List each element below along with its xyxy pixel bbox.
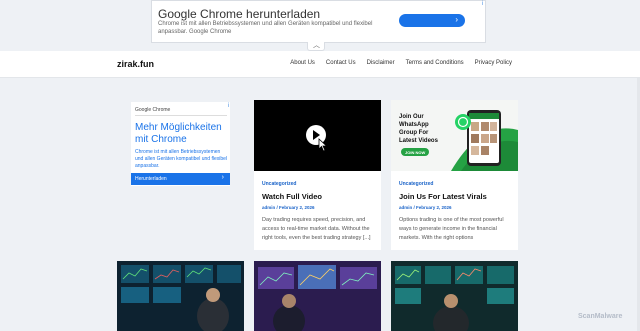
sidebar-ad-headline[interactable]: Mehr Möglichkeiten mit Chrome bbox=[135, 122, 229, 146]
nav-terms[interactable]: Terms and Conditions bbox=[406, 60, 464, 66]
chevron-right-icon: › bbox=[221, 174, 224, 181]
ad-info-icon[interactable]: i bbox=[482, 1, 483, 7]
trading-image[interactable] bbox=[254, 261, 381, 331]
post-title[interactable]: Join Us For Latest Virals bbox=[399, 192, 487, 201]
main-nav: About Us Contact Us Disclaimer Terms and… bbox=[279, 60, 512, 66]
sidebar-ad-button-label: Herunterladen bbox=[135, 176, 167, 182]
svg-text:Group For: Group For bbox=[399, 130, 429, 136]
svg-text:Join Our: Join Our bbox=[399, 114, 424, 120]
top-ad-description: Chrome ist mit allen Betriebssystemen un… bbox=[158, 21, 373, 35]
nav-privacy-policy[interactable]: Privacy Policy bbox=[475, 60, 512, 66]
trading-image[interactable] bbox=[117, 261, 244, 331]
sidebar-ad-brand: Google Chrome bbox=[135, 107, 171, 113]
top-ad-area: Google Chrome herunterladen Chrome ist m… bbox=[0, 0, 640, 51]
post-category[interactable]: Uncategorized bbox=[399, 181, 433, 187]
nav-about-us[interactable]: About Us bbox=[290, 60, 315, 66]
divider bbox=[135, 115, 227, 116]
post-card[interactable]: Uncategorized Watch Full Video admin / F… bbox=[254, 100, 381, 250]
cursor-icon bbox=[318, 138, 328, 152]
post-meta[interactable]: admin / February 2, 2026 bbox=[262, 205, 315, 210]
svg-text:Latest Videos: Latest Videos bbox=[399, 138, 439, 144]
post-card[interactable] bbox=[117, 261, 244, 331]
top-ad-button[interactable]: › bbox=[399, 14, 465, 27]
top-ad-banner[interactable]: Google Chrome herunterladen Chrome ist m… bbox=[151, 0, 486, 43]
whatsapp-promo-image: Join Our WhatsApp Group For Latest Video… bbox=[391, 100, 518, 171]
site-header: zirak.fun About Us Contact Us Disclaimer… bbox=[0, 51, 640, 78]
trading-image[interactable] bbox=[391, 261, 518, 331]
sidebar-ad-download-button[interactable]: Herunterladen › bbox=[131, 173, 230, 185]
svg-text:JOIN NOW: JOIN NOW bbox=[405, 150, 425, 155]
chevron-right-icon: › bbox=[455, 15, 458, 24]
post-thumbnail[interactable] bbox=[254, 100, 381, 171]
chevron-up-icon: ︿ bbox=[313, 42, 320, 49]
post-meta[interactable]: admin / February 2, 2026 bbox=[399, 205, 452, 210]
watermark-logo: ScanMalware bbox=[578, 313, 623, 320]
top-ad-title[interactable]: Google Chrome herunterladen bbox=[158, 7, 320, 21]
post-thumbnail[interactable]: Join Our WhatsApp Group For Latest Video… bbox=[391, 100, 518, 171]
sidebar-ad-description: Chrome ist mit allen Betriebssystemen un… bbox=[135, 149, 228, 169]
ad-collapse-button[interactable]: ︿ bbox=[307, 42, 325, 51]
post-title[interactable]: Watch Full Video bbox=[262, 192, 322, 201]
svg-text:WhatsApp: WhatsApp bbox=[399, 122, 429, 128]
ad-info-icon[interactable]: i bbox=[228, 103, 229, 109]
post-card[interactable]: Join Our WhatsApp Group For Latest Video… bbox=[391, 100, 518, 250]
site-title[interactable]: zirak.fun bbox=[117, 59, 154, 69]
post-category[interactable]: Uncategorized bbox=[262, 181, 296, 187]
post-card[interactable] bbox=[254, 261, 381, 331]
nav-disclaimer[interactable]: Disclaimer bbox=[367, 60, 395, 66]
post-excerpt: Day trading requires speed, precision, a… bbox=[262, 217, 371, 241]
post-card[interactable] bbox=[391, 261, 518, 331]
nav-contact-us[interactable]: Contact Us bbox=[326, 60, 356, 66]
post-excerpt: Options trading is one of the most power… bbox=[399, 217, 504, 241]
